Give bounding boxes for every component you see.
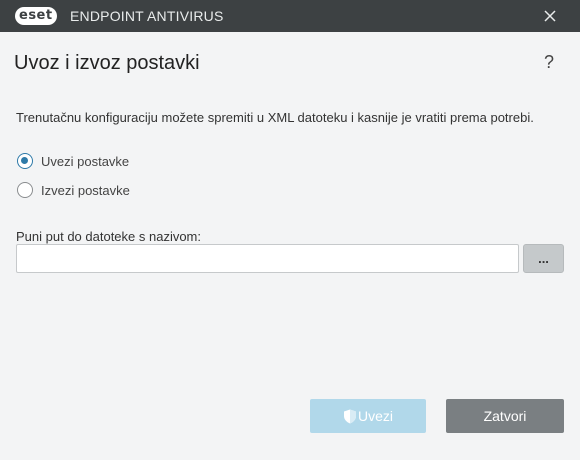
export-settings-option[interactable]: Izvezi postavke — [17, 182, 130, 198]
export-settings-label: Izvezi postavke — [41, 182, 130, 198]
page-title: Uvoz i izvoz postavki — [14, 52, 200, 74]
logo-text: eset — [15, 7, 57, 25]
product-name: ENDPOINT ANTIVIRUS — [70, 8, 224, 24]
close-window-button[interactable] — [540, 6, 560, 26]
import-settings-label: Uvezi postavke — [41, 153, 130, 169]
shield-icon — [343, 409, 356, 423]
import-button[interactable]: Uvezi — [310, 399, 426, 433]
browse-button[interactable]: ... — [523, 244, 564, 273]
import-settings-option[interactable]: Uvezi postavke — [17, 153, 129, 169]
file-path-label: Puni put do datoteke s nazivom: — [16, 229, 202, 244]
file-path-input[interactable] — [16, 244, 519, 273]
import-button-label: Uvezi — [357, 408, 393, 424]
help-icon[interactable]: ? — [544, 52, 554, 73]
radio-button-import[interactable] — [17, 153, 33, 169]
close-icon — [544, 10, 556, 22]
radio-button-export[interactable] — [17, 182, 33, 198]
description-text: Trenutačnu konfiguraciju možete spremiti… — [16, 110, 534, 125]
eset-logo: eset — [15, 7, 57, 25]
close-button[interactable]: Zatvori — [446, 399, 564, 433]
title-bar: eset ENDPOINT ANTIVIRUS — [0, 0, 580, 32]
